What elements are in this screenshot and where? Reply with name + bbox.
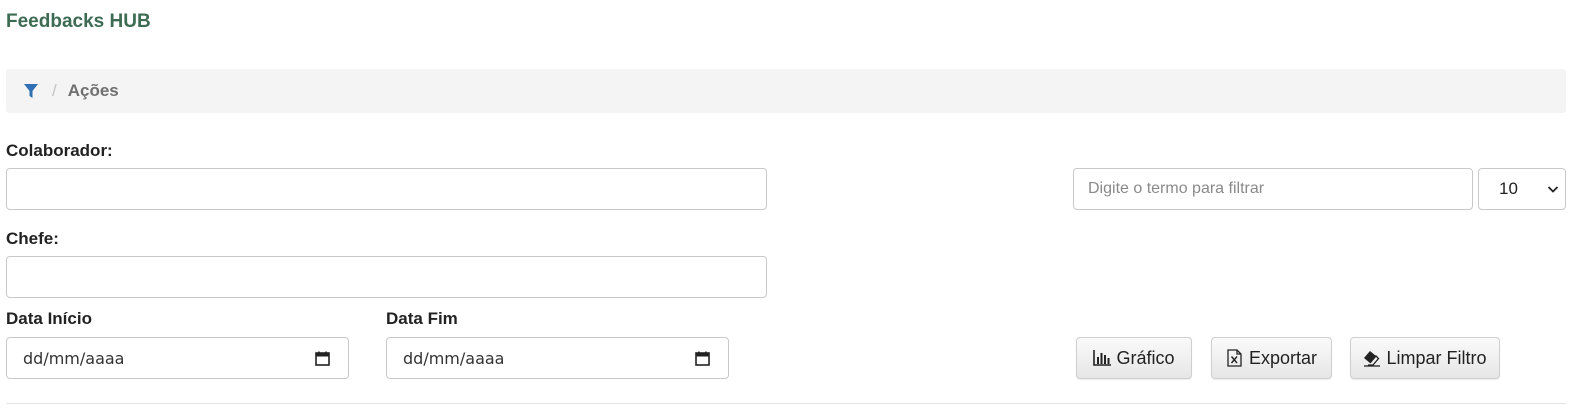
exportar-button[interactable]: Exportar bbox=[1211, 337, 1332, 379]
colaborador-label: Colaborador: bbox=[6, 141, 113, 160]
data-fim-value: dd/mm/aaaa bbox=[403, 348, 505, 368]
filter-search-input[interactable] bbox=[1073, 168, 1473, 210]
eraser-icon bbox=[1363, 349, 1381, 367]
chefe-input[interactable] bbox=[6, 256, 767, 298]
data-fim-input[interactable]: dd/mm/aaaa bbox=[386, 337, 729, 379]
grafico-button[interactable]: Gráfico bbox=[1076, 337, 1192, 379]
data-inicio-input[interactable]: dd/mm/aaaa bbox=[6, 337, 349, 379]
app-title: Feedbacks HUB bbox=[6, 11, 151, 32]
divider bbox=[6, 403, 1566, 404]
chevron-down-icon bbox=[1547, 183, 1559, 195]
exportar-label: Exportar bbox=[1248, 347, 1318, 368]
data-fim-label: Data Fim bbox=[386, 309, 458, 328]
breadcrumb-current: Ações bbox=[67, 81, 119, 100]
limpar-filtro-button[interactable]: Limpar Filtro bbox=[1350, 337, 1500, 379]
breadcrumb: / Ações bbox=[6, 69, 1566, 113]
page-size-select[interactable]: 10 bbox=[1478, 168, 1566, 210]
bar-chart-icon bbox=[1093, 349, 1112, 367]
calendar-icon[interactable] bbox=[315, 351, 330, 366]
data-inicio-label: Data Início bbox=[6, 309, 92, 328]
chefe-label: Chefe: bbox=[6, 229, 59, 248]
data-inicio-value: dd/mm/aaaa bbox=[23, 348, 125, 368]
breadcrumb-separator: / bbox=[52, 81, 57, 100]
colaborador-input[interactable] bbox=[6, 168, 767, 210]
grafico-label: Gráfico bbox=[1116, 347, 1175, 368]
filter-icon[interactable] bbox=[24, 83, 40, 99]
calendar-icon[interactable] bbox=[695, 351, 710, 366]
limpar-filtro-label: Limpar Filtro bbox=[1386, 347, 1487, 368]
excel-file-icon bbox=[1226, 349, 1244, 367]
page-size-value: 10 bbox=[1499, 179, 1518, 198]
